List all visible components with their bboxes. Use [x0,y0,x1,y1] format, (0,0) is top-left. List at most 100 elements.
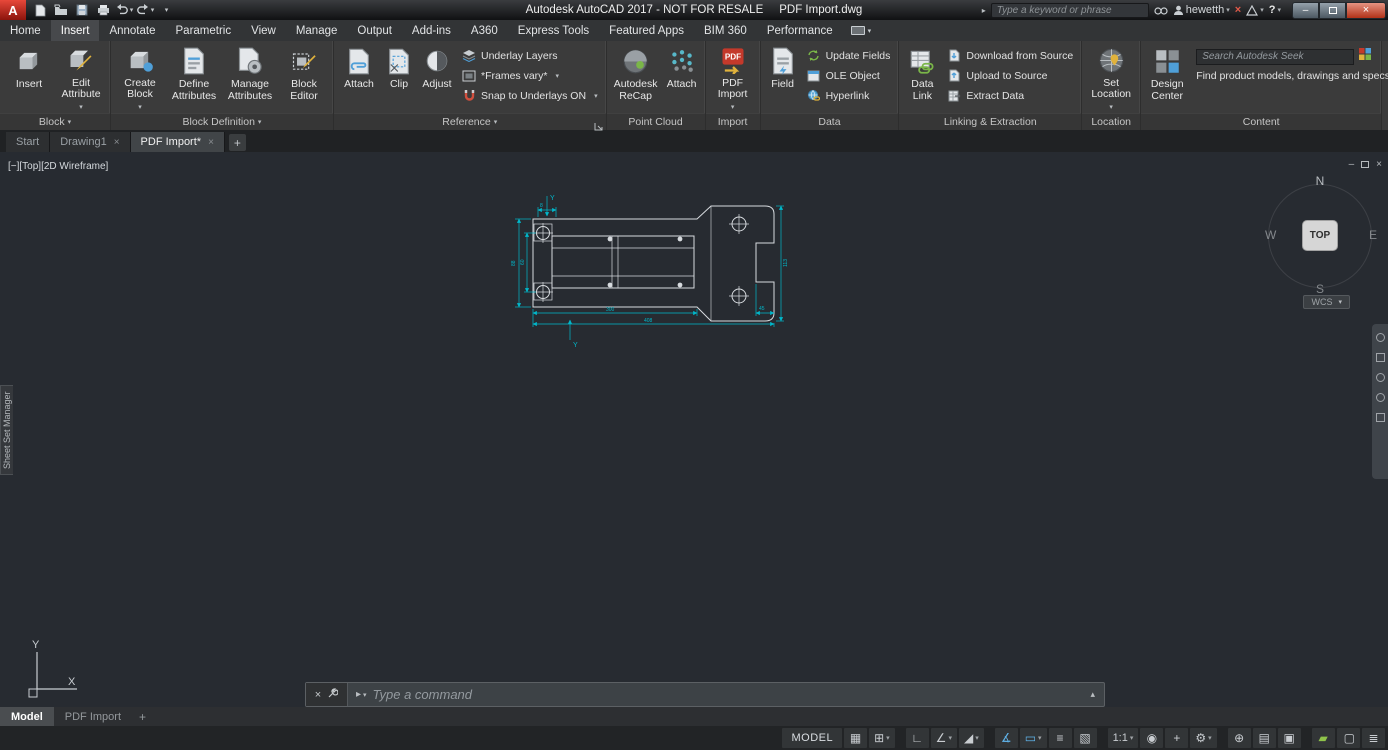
tab-view[interactable]: View [241,20,286,41]
tab-featured-apps[interactable]: Featured Apps [599,20,694,41]
navigation-bar[interactable] [1372,324,1388,479]
attach-reference-button[interactable]: Attach [337,43,381,113]
tab-home[interactable]: Home [0,20,51,41]
tab-manage[interactable]: Manage [286,20,348,41]
object-snap-toggle[interactable]: ▭▾ [1020,728,1047,748]
adjust-button[interactable]: Adjust [417,43,457,113]
layout-tab-pdf-import[interactable]: PDF Import [54,707,132,726]
block-editor-button[interactable]: Block Editor [278,43,330,113]
file-tab-drawing1[interactable]: Drawing1× [50,132,130,152]
frames-dropdown[interactable]: *Frames vary* [457,67,603,84]
polar-tracking-toggle[interactable]: ∠▾ [931,728,957,748]
pdf-import-button[interactable]: PDF PDF Import [709,43,757,113]
tab-insert[interactable]: Insert [51,20,100,41]
undo-icon[interactable]: ▾ [114,2,134,19]
tab-addins[interactable]: Add-ins [402,20,461,41]
set-location-button[interactable]: Set Location [1085,43,1137,113]
manage-attributes-button[interactable]: Manage Attributes [222,43,278,113]
tab-performance[interactable]: Performance [757,20,843,41]
quick-properties-toggle[interactable]: ▤ [1253,728,1276,748]
a360-menu[interactable]: ▾ [1246,5,1264,16]
command-line[interactable]: × ▸▾ ▴ [305,682,1105,707]
restore-button[interactable] [1319,2,1346,19]
grid-toggle[interactable]: ▦ [844,728,867,748]
open-file-icon[interactable] [51,2,71,19]
autodesk-seek-input[interactable] [1196,49,1354,65]
qat-customize-icon[interactable]: ▾ [156,2,176,19]
annotation-scale-button[interactable]: 1:1▾ [1108,728,1139,748]
snap-to-underlays-toggle[interactable]: Snap to Underlays ON [457,87,603,104]
clean-screen-toggle[interactable]: ▢ [1337,728,1360,748]
upload-to-source-button[interactable]: Upload to Source [942,67,1078,84]
new-layout-button[interactable]: + [139,710,146,724]
command-input[interactable] [373,687,1091,702]
a360-x-icon[interactable]: × [1235,4,1241,16]
viewport-minimize-icon[interactable]: – [1349,159,1355,170]
tab-parametric[interactable]: Parametric [166,20,242,41]
command-customize-icon[interactable] [327,686,338,704]
panel-title-block-definition[interactable]: Block Definition [111,113,333,130]
ribbon-state-toggle[interactable]: ▾ [843,20,880,41]
command-close-icon[interactable]: × [315,689,321,701]
viewport-restore-icon[interactable] [1361,161,1369,168]
hyperlink-button[interactable]: Hyperlink [802,87,896,104]
customization-menu[interactable]: ≣ [1362,728,1385,748]
autoscale-toggle[interactable]: + [1165,728,1188,748]
workspace-switcher[interactable]: ⚙▾ [1190,728,1216,748]
edit-attribute-button[interactable]: Edit Attribute [55,43,107,113]
object-snap-tracking-toggle[interactable]: ∡ [995,728,1018,748]
viewcube-west[interactable]: W [1265,228,1276,242]
extract-data-button[interactable]: Extract Data [942,87,1078,104]
tab-express-tools[interactable]: Express Tools [508,20,599,41]
new-file-icon[interactable] [30,2,50,19]
layout-tab-model[interactable]: Model [0,707,54,726]
search-expand-icon[interactable]: ▸ [982,6,986,15]
drawing-canvas[interactable]: 8 88 60 300 408 45 113 Y Y Y X [0,152,1388,707]
autodesk-recap-button[interactable]: Autodesk ReCap [610,43,662,113]
search-binoculars-icon[interactable] [1154,5,1168,16]
annotation-monitor-toggle[interactable]: ⊕ [1228,728,1251,748]
lock-ui-toggle[interactable]: ▣ [1278,728,1301,748]
clip-button[interactable]: Clip [381,43,417,113]
transparency-toggle[interactable]: ▧ [1074,728,1097,748]
download-from-source-button[interactable]: Download from Source [942,47,1078,64]
tab-bim360[interactable]: BIM 360 [694,20,757,41]
pan-icon[interactable] [1376,353,1385,362]
help-menu[interactable]: ? ▾ [1269,4,1281,16]
attach-point-cloud-button[interactable]: Attach [662,43,702,113]
graphics-performance-toggle[interactable]: ▰ [1312,728,1335,748]
wcs-dropdown[interactable]: WCS [1303,295,1350,309]
viewcube-east[interactable]: E [1369,228,1377,242]
viewcube[interactable]: N W E S TOP [1260,174,1380,298]
lineweight-toggle[interactable]: ≡ [1049,728,1072,748]
close-tab-icon[interactable]: × [208,137,214,148]
signin-user[interactable]: hewetth ▾ [1173,4,1230,16]
model-space-toggle[interactable]: MODEL [782,728,842,748]
drawing-area[interactable]: [−][Top][2D Wireframe] – × Sheet Set Man… [0,152,1388,707]
infocenter-search-input[interactable] [991,3,1149,18]
plot-icon[interactable] [93,2,113,19]
zoom-icon[interactable] [1376,373,1385,382]
viewcube-south[interactable]: S [1316,282,1324,296]
file-tab-start[interactable]: Start [6,132,50,152]
ortho-toggle[interactable]: ∟ [906,728,929,748]
command-line-grip[interactable]: × [306,683,348,706]
update-fields-button[interactable]: Update Fields [802,47,896,64]
ole-object-button[interactable]: OLE Object [802,67,896,84]
nav-wheel-icon[interactable] [1376,333,1385,342]
showmotion-icon[interactable] [1376,413,1385,422]
insert-block-button[interactable]: Insert [3,43,55,113]
panel-title-block[interactable]: Block [0,113,110,130]
data-link-button[interactable]: Data Link [902,43,942,113]
autocad-logo-icon[interactable]: A [0,0,26,20]
define-attributes-button[interactable]: Define Attributes [166,43,222,113]
viewport-controls-label[interactable]: [−][Top][2D Wireframe] [8,161,108,172]
panel-title-import[interactable]: Import [706,113,760,130]
file-tab-pdf-import[interactable]: PDF Import*× [131,132,225,152]
create-block-button[interactable]: Create Block [114,43,166,113]
reference-dialog-launcher-icon[interactable] [594,118,604,128]
viewport-close-icon[interactable]: × [1376,159,1382,170]
sheet-set-manager-tab[interactable]: Sheet Set Manager [0,385,13,475]
annotation-visibility-toggle[interactable]: ◉ [1140,728,1163,748]
seek-search-icon[interactable] [1358,47,1372,66]
